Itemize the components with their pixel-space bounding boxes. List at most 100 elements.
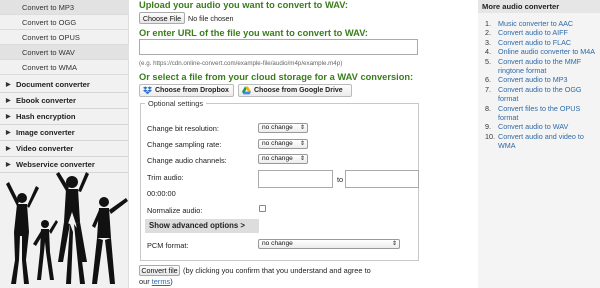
- sidebar-category-webservice-converter[interactable]: ▶ Webservice converter: [0, 157, 129, 173]
- list-item[interactable]: 8. Convert files to the OPUS format: [485, 104, 597, 123]
- category-label: Video converter: [16, 144, 74, 153]
- select-arrows-icon: ⇕: [299, 125, 305, 131]
- url-input[interactable]: [139, 39, 418, 55]
- pcm-format-select[interactable]: no change ⇕: [258, 239, 400, 249]
- sidebar-item-convert-to-wav[interactable]: Convert to WAV: [0, 45, 129, 60]
- sampling-rate-select[interactable]: no change ⇕: [258, 139, 308, 149]
- list-link[interactable]: Convert audio and video to WMA: [498, 132, 584, 150]
- sidebar-category-hash-encryption[interactable]: ▶ Hash encryption: [0, 109, 129, 125]
- list-item[interactable]: 2. Convert audio to AIFF: [485, 28, 597, 37]
- sidebar-category-document-converter[interactable]: ▶ Document converter: [0, 77, 129, 93]
- list-number: 2.: [485, 28, 491, 38]
- list-number: 4.: [485, 47, 491, 57]
- list-item[interactable]: 4. Online audio converter to M4A: [485, 47, 597, 56]
- list-link[interactable]: Music converter to AAC: [498, 19, 573, 28]
- list-item[interactable]: 10. Convert audio and video to WMA: [485, 132, 597, 151]
- list-item[interactable]: 9. Convert audio to WAV: [485, 122, 597, 131]
- category-label: Hash encryption: [16, 112, 76, 121]
- list-link[interactable]: Convert audio to FLAC: [498, 38, 571, 47]
- normalize-audio-label: Normalize audio:: [147, 206, 203, 215]
- list-number: 6.: [485, 75, 491, 85]
- list-number: 10.: [485, 131, 495, 141]
- google-drive-button[interactable]: Choose from Google Drive: [238, 84, 352, 97]
- triangle-right-icon: ▶: [6, 146, 11, 152]
- url-example-hint: (e.g. https://cdn.online-convert.com/exa…: [139, 60, 343, 67]
- sidebar-category-ebook-converter[interactable]: ▶ Ebook converter: [0, 93, 129, 109]
- list-number: 1.: [485, 19, 491, 28]
- bit-resolution-value: no change: [262, 124, 293, 131]
- sidebar-item-convert-to-mp3[interactable]: Convert to MP3: [0, 0, 129, 15]
- list-number: 7.: [485, 84, 491, 94]
- list-link[interactable]: Convert files to the OPUS format: [498, 104, 580, 122]
- list-link[interactable]: Convert audio to AIFF: [498, 28, 568, 37]
- list-number: 3.: [485, 37, 491, 47]
- optional-settings-legend: Optional settings: [145, 99, 207, 108]
- list-link[interactable]: Convert audio to WAV: [498, 122, 568, 131]
- google-drive-icon: [242, 86, 251, 95]
- dancing-people-illustration: [6, 172, 128, 284]
- category-label: Webservice converter: [16, 160, 95, 169]
- sidebar-item-convert-to-opus[interactable]: Convert to OPUS: [0, 30, 129, 45]
- triangle-right-icon: ▶: [6, 162, 11, 168]
- choose-file-button[interactable]: Choose File: [139, 12, 185, 24]
- category-label: Document converter: [16, 80, 90, 89]
- sampling-rate-value: no change: [262, 140, 293, 147]
- audio-channels-select[interactable]: no change ⇕: [258, 154, 308, 164]
- main-content: Upload your audio you want to convert to…: [129, 0, 475, 288]
- sidebar-item-convert-to-wma[interactable]: Convert to WMA: [0, 60, 129, 75]
- dropbox-icon: [143, 86, 152, 95]
- show-advanced-options-button[interactable]: Show advanced options >: [145, 219, 259, 233]
- more-audio-converter-title: More audio converter: [478, 0, 600, 13]
- upload-heading: Upload your audio you want to convert to…: [139, 0, 349, 10]
- list-item[interactable]: 6. Convert audio to MP3: [485, 75, 597, 84]
- bit-resolution-label: Change bit resolution:: [147, 124, 219, 133]
- no-file-chosen-text: No file chosen: [188, 14, 234, 23]
- list-link[interactable]: Convert audio to MP3: [498, 75, 568, 84]
- trim-audio-label: Trim audio:: [147, 173, 184, 182]
- trim-to-label: to: [337, 175, 344, 184]
- google-drive-label: Choose from Google Drive: [254, 87, 343, 94]
- dropbox-button[interactable]: Choose from Dropbox: [139, 84, 234, 97]
- bit-resolution-select[interactable]: no change ⇕: [258, 123, 308, 133]
- list-link[interactable]: Online audio converter to M4A: [498, 47, 595, 56]
- cloud-heading: Or select a file from your cloud storage…: [139, 72, 414, 82]
- trim-end-input[interactable]: [345, 170, 419, 188]
- triangle-right-icon: ▶: [6, 130, 11, 136]
- sidebar-category-video-converter[interactable]: ▶ Video converter: [0, 141, 129, 157]
- select-arrows-icon: ⇕: [391, 241, 397, 247]
- list-number: 8.: [485, 103, 491, 113]
- sidebar-item-convert-to-ogg[interactable]: Convert to OGG: [0, 15, 129, 30]
- category-label: Image converter: [16, 128, 75, 137]
- list-item[interactable]: 3. Convert audio to FLAC: [485, 38, 597, 47]
- terms-notice: (by clicking you confirm that you unders…: [183, 266, 371, 275]
- pcm-format-value: no change: [262, 240, 293, 247]
- audio-channels-label: Change audio channels:: [147, 156, 227, 165]
- terms-suffix: ): [170, 277, 173, 286]
- sampling-rate-label: Change sampling rate:: [147, 140, 222, 149]
- more-converters-list: 1. Music converter to AAC 2. Convert audio…: [485, 19, 597, 151]
- list-link[interactable]: Convert audio to the OGG format: [498, 85, 582, 103]
- normalize-audio-checkbox[interactable]: [259, 205, 266, 212]
- convert-file-button[interactable]: Convert file: [139, 265, 180, 276]
- pcm-format-label: PCM format:: [147, 241, 189, 250]
- list-link[interactable]: Convert audio to the MMF ringtone format: [498, 57, 581, 75]
- terms-link[interactable]: terms: [152, 277, 170, 286]
- triangle-right-icon: ▶: [6, 98, 11, 104]
- list-item[interactable]: 1. Music converter to AAC: [485, 19, 597, 28]
- audio-channels-value: no change: [262, 155, 293, 162]
- list-item[interactable]: 5. Convert audio to the MMF ringtone form…: [485, 57, 597, 76]
- url-heading: Or enter URL of the file you want to con…: [139, 28, 368, 38]
- trim-start-input[interactable]: [258, 170, 333, 188]
- triangle-right-icon: ▶: [6, 82, 11, 88]
- list-number: 9.: [485, 122, 491, 132]
- list-item[interactable]: 7. Convert audio to the OGG format: [485, 85, 597, 104]
- sidebar-category-image-converter[interactable]: ▶ Image converter: [0, 125, 129, 141]
- terms-prefix: our: [139, 277, 150, 286]
- terms-notice-line2: our terms): [139, 277, 173, 286]
- select-arrows-icon: ⇕: [299, 156, 305, 162]
- triangle-right-icon: ▶: [6, 114, 11, 120]
- left-sidebar: Convert to MP3 Convert to OGG Convert to…: [0, 0, 129, 288]
- list-number: 5.: [485, 56, 491, 66]
- dropbox-label: Choose from Dropbox: [155, 87, 229, 94]
- right-sidebar: More audio converter 1. Music converter t…: [478, 0, 600, 288]
